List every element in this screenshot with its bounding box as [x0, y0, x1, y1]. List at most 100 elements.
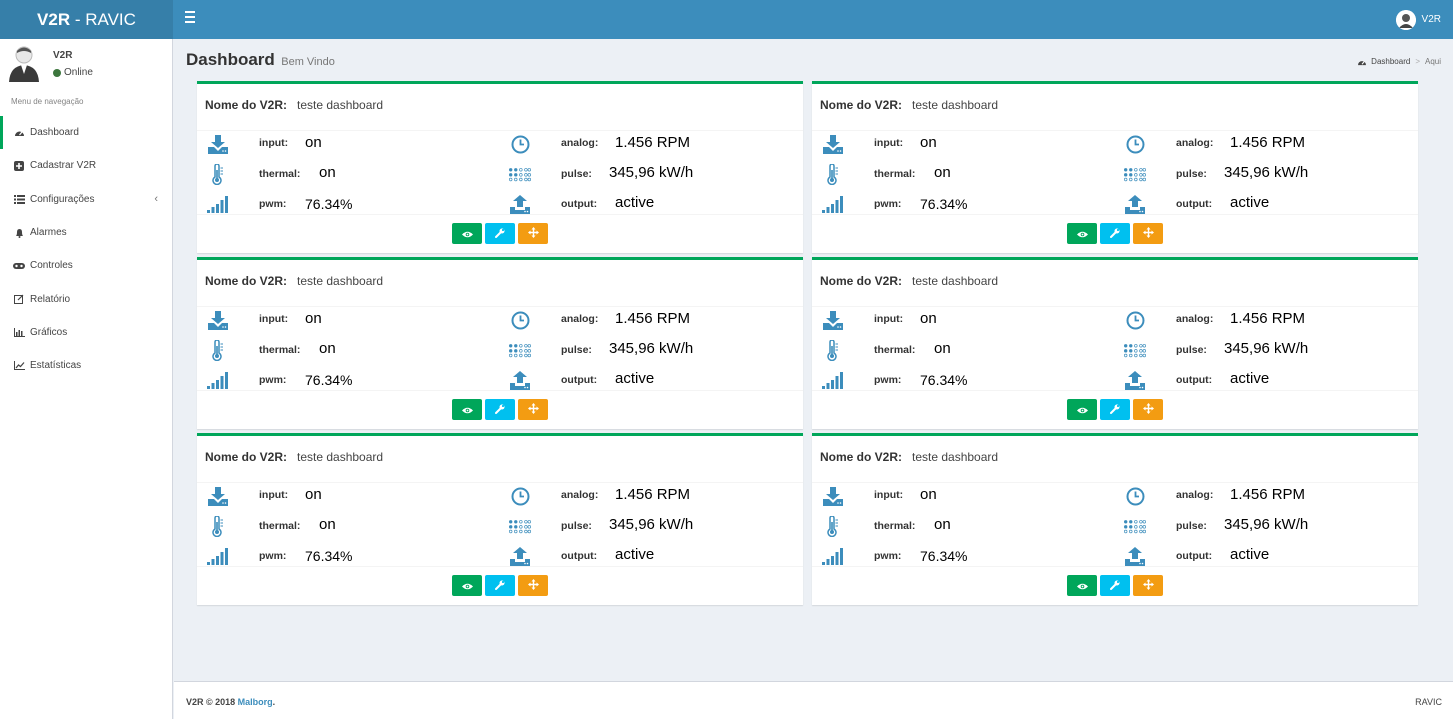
thermometer-icon	[207, 515, 229, 537]
download-icon	[207, 486, 229, 506]
arrows-icon	[527, 401, 539, 419]
sidebar-item-controles[interactable]: Controles	[0, 249, 172, 282]
pwm-value: 76.34%	[920, 372, 968, 388]
clock-icon	[1124, 310, 1146, 330]
device-card: Nome do V2R: teste dashboard input: on th…	[197, 433, 803, 605]
pwm-row: pwm: 76.34%	[207, 545, 497, 567]
device-name-value: teste dashboard	[297, 450, 384, 464]
move-button[interactable]	[518, 399, 548, 420]
eye-icon	[1076, 401, 1088, 419]
input-label: input:	[259, 489, 289, 501]
user-menu[interactable]: V2R	[1395, 0, 1441, 39]
breadcrumb-current: Aqui	[1424, 57, 1441, 66]
breadcrumb-separator: >	[1415, 57, 1420, 66]
move-button[interactable]	[518, 223, 548, 244]
thermal-label: thermal:	[259, 168, 301, 180]
output-row: output: active	[509, 369, 799, 391]
settings-button[interactable]	[485, 575, 515, 596]
input-value: on	[305, 134, 322, 151]
device-name-label: Nome do V2R:	[205, 450, 288, 464]
device-name-label: Nome do V2R:	[820, 98, 903, 112]
sidebar-item-cadastrar[interactable]: Cadastrar V2R	[0, 149, 172, 182]
dots-grid-icon	[509, 164, 531, 184]
input-row: input: on	[207, 485, 497, 507]
analog-row: analog: 1.456 RPM	[509, 485, 799, 507]
download-icon	[207, 310, 229, 330]
sidebar-item-relatorio[interactable]: Relatório	[0, 282, 172, 315]
device-card: Nome do V2R: teste dashboard input: on th…	[812, 257, 1418, 429]
input-row: input: on	[207, 133, 497, 155]
card-actions	[452, 399, 548, 420]
divider	[197, 390, 803, 391]
sidebar-item-graficos[interactable]: Gráficos	[0, 316, 172, 349]
clock-icon	[1124, 486, 1146, 506]
footer-copyright: V2R © 2018 Malborg.	[186, 697, 275, 707]
view-button[interactable]	[1067, 223, 1097, 244]
sidebar-item-alarmes[interactable]: Alarmes	[0, 216, 172, 249]
input-row: input: on	[822, 309, 1112, 331]
card-title: Nome do V2R: teste dashboard	[205, 450, 383, 464]
footer-brand-link[interactable]: Malborg	[238, 697, 273, 707]
nav-header: Menu de navegação	[11, 97, 84, 106]
settings-button[interactable]	[1100, 223, 1130, 244]
view-button[interactable]	[1067, 399, 1097, 420]
analog-row: analog: 1.456 RPM	[1124, 485, 1414, 507]
dashboard-icon	[1357, 58, 1367, 66]
card-actions	[1067, 399, 1163, 420]
pulse-row: pulse: 345,96 kW/h	[509, 515, 799, 537]
output-label: output:	[1176, 198, 1213, 210]
view-button[interactable]	[1067, 575, 1097, 596]
breadcrumb-home-link[interactable]: Dashboard	[1371, 57, 1410, 66]
analog-value: 1.456 RPM	[615, 134, 691, 151]
view-button[interactable]	[452, 399, 482, 420]
settings-button[interactable]	[485, 223, 515, 244]
bell-icon	[13, 228, 25, 238]
input-value: on	[920, 486, 937, 503]
output-value: active	[1230, 194, 1270, 211]
pwm-value: 76.34%	[920, 548, 968, 564]
pwm-label: pwm:	[874, 550, 902, 562]
divider	[812, 482, 1418, 483]
analog-value: 1.456 RPM	[1230, 310, 1306, 327]
app-logo[interactable]: V2R - RAVIC	[0, 0, 173, 39]
thermometer-icon	[822, 163, 844, 185]
card-actions	[1067, 575, 1163, 596]
thermal-label: thermal:	[259, 344, 301, 356]
settings-button[interactable]	[485, 399, 515, 420]
move-button[interactable]	[1133, 223, 1163, 244]
pwm-label: pwm:	[874, 198, 902, 210]
sidebar-item-configuracoes[interactable]: Configurações ‹	[0, 183, 172, 216]
pwm-row: pwm: 76.34%	[207, 193, 497, 215]
settings-button[interactable]	[1100, 399, 1130, 420]
move-button[interactable]	[518, 575, 548, 596]
signal-bars-icon	[822, 370, 844, 390]
arrows-icon	[1142, 577, 1154, 595]
upload-icon	[509, 546, 531, 566]
device-card: Nome do V2R: teste dashboard input: on th…	[197, 257, 803, 429]
device-card: Nome do V2R: teste dashboard input: on th…	[812, 81, 1418, 253]
sidebar-item-dashboard[interactable]: Dashboard	[0, 116, 172, 150]
pulse-value: 345,96 kW/h	[609, 164, 694, 181]
analog-value: 1.456 RPM	[1230, 134, 1306, 151]
view-button[interactable]	[452, 223, 482, 244]
output-value: active	[615, 370, 655, 387]
arrows-icon	[1142, 225, 1154, 243]
clock-icon	[509, 310, 531, 330]
plus-square-icon	[13, 160, 25, 171]
pulse-label: pulse:	[1176, 520, 1207, 532]
sidebar-toggle-icon[interactable]	[182, 11, 198, 27]
move-button[interactable]	[1133, 575, 1163, 596]
move-button[interactable]	[1133, 399, 1163, 420]
footer: V2R © 2018 Malborg. RAVIC	[174, 681, 1453, 719]
sidebar-item-label: Configurações	[30, 193, 95, 205]
settings-button[interactable]	[1100, 575, 1130, 596]
thermal-row: thermal: on	[822, 339, 1112, 361]
sidebar-item-estatisticas[interactable]: Estatísticas	[0, 349, 172, 382]
analog-label: analog:	[561, 489, 599, 501]
output-row: output: active	[1124, 545, 1414, 567]
view-button[interactable]	[452, 575, 482, 596]
card-title: Nome do V2R: teste dashboard	[205, 98, 383, 112]
divider	[812, 130, 1418, 131]
sidebar-item-label: Dashboard	[30, 127, 79, 139]
pwm-row: pwm: 76.34%	[822, 545, 1112, 567]
